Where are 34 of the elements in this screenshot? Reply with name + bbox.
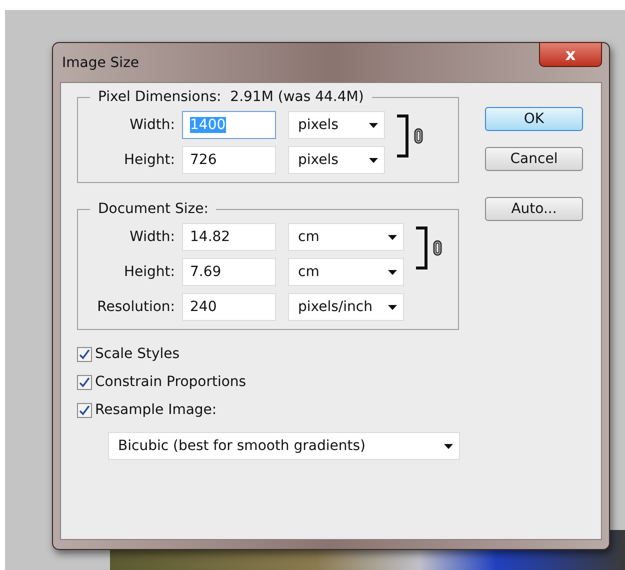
input-field[interactable]: 726 [182, 146, 276, 174]
field-label: Height: [123, 152, 176, 168]
unit-dropdown[interactable]: pixels/inch [288, 293, 404, 321]
unit-dropdown[interactable]: pixels [288, 111, 385, 139]
field-label: Resolution: [96, 299, 176, 315]
checkbox[interactable] [77, 402, 92, 418]
caret-icon [388, 270, 397, 274]
checkbox-label: Resample Image: [95, 402, 217, 418]
resample-dropdown[interactable]: Bicubic (best for smooth gradients) [108, 432, 460, 460]
dialog-button[interactable]: Auto... [485, 197, 583, 221]
unit-dropdown[interactable]: pixels [288, 146, 385, 174]
group-title: Pixel Dimensions: 2.91M (was 44.4M) [97, 89, 365, 105]
dialog-button[interactable]: OK [485, 107, 583, 131]
field-label: Width: [128, 117, 176, 133]
checkbox-label: Constrain Proportions [95, 374, 246, 390]
input-field[interactable]: 14.82 [182, 223, 276, 251]
caret-icon [388, 234, 397, 240]
checkbox[interactable] [77, 374, 92, 390]
close-button[interactable]: x [539, 42, 602, 67]
caret-icon [369, 158, 378, 162]
field-label: Width: [128, 229, 176, 245]
unit-dropdown[interactable]: cm [288, 223, 404, 251]
caret-icon [444, 444, 453, 448]
caret-icon [388, 304, 397, 310]
field-label: Height: [123, 264, 176, 280]
unit-dropdown[interactable]: cm [288, 258, 404, 286]
input-field[interactable]: 7.69 [182, 258, 276, 286]
checkbox[interactable] [77, 346, 92, 362]
dialog-button[interactable]: Cancel [485, 147, 583, 171]
checkbox-label: Scale Styles [95, 346, 180, 362]
caret-icon [369, 122, 378, 128]
window-title: Image Size [61, 54, 140, 70]
group-title: Document Size: [97, 201, 210, 217]
input-field[interactable]: 240 [182, 293, 276, 321]
